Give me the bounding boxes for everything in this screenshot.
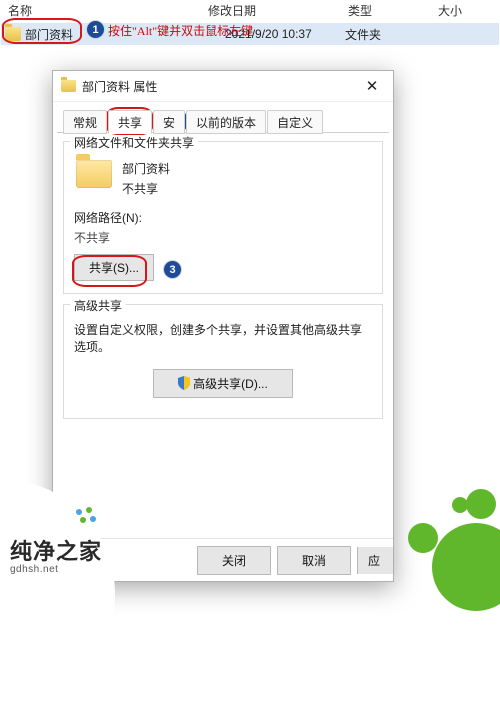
window-title: 部门资料 属性 — [82, 78, 351, 95]
properties-dialog: 部门资料 属性 ✕ 常规 共享 安 以前的版本 自定义 网络文件和文件夹共享 部… — [52, 70, 394, 582]
step-badge-1: 1 — [86, 20, 105, 39]
cancel-button[interactable]: 取消 — [277, 546, 351, 575]
tab-previous-versions[interactable]: 以前的版本 — [186, 110, 266, 134]
share-folder-name: 部门资料 — [122, 160, 170, 177]
apply-button[interactable]: 应 — [357, 547, 393, 574]
advanced-share-desc: 设置自定义权限，创建多个共享，并设置其他高级共享选项。 — [74, 321, 372, 355]
network-share-group-title: 网络文件和文件夹共享 — [70, 134, 198, 151]
tab-sharing[interactable]: 共享 — [108, 110, 152, 134]
file-type: 文件夹 — [345, 26, 425, 43]
folder-icon — [5, 27, 21, 41]
shield-icon — [178, 376, 190, 390]
step-hint-1: 按住"Alt"键并双击鼠标左键 — [108, 22, 253, 39]
tab-general[interactable]: 常规 — [63, 110, 107, 134]
tab-security[interactable]: 安 — [153, 110, 185, 134]
close-button[interactable]: 关闭 — [197, 546, 271, 575]
folder-icon-large — [76, 160, 112, 188]
column-size[interactable]: 大小 — [418, 2, 488, 19]
column-name[interactable]: 名称 — [4, 2, 58, 19]
advanced-share-button-label: 高级共享(D)... — [193, 377, 268, 391]
titlebar[interactable]: 部门资料 属性 ✕ — [53, 71, 393, 102]
dialog-body: 网络文件和文件夹共享 部门资料 不共享 网络路径(N): 不共享 共享(S)..… — [53, 133, 393, 538]
share-state: 不共享 — [122, 180, 170, 197]
tabs: 常规 共享 安 以前的版本 自定义 — [53, 110, 393, 133]
column-type[interactable]: 类型 — [348, 2, 418, 19]
network-share-group: 网络文件和文件夹共享 部门资料 不共享 网络路径(N): 不共享 共享(S)..… — [63, 141, 383, 294]
explorer-columns: 名称 修改日期 类型 大小 — [0, 0, 500, 21]
titlebar-folder-icon — [61, 80, 76, 92]
advanced-share-group: 高级共享 设置自定义权限，创建多个共享，并设置其他高级共享选项。 高级共享(D)… — [63, 304, 383, 419]
network-path-label: 网络路径(N): — [74, 209, 372, 226]
step-badge-3: 3 — [163, 260, 182, 279]
network-path-value: 不共享 — [74, 229, 372, 246]
close-icon[interactable]: ✕ — [351, 71, 393, 101]
share-button[interactable]: 共享(S)... — [74, 254, 154, 281]
dialog-footer: 关闭 取消 应 — [53, 538, 393, 581]
advanced-share-button[interactable]: 高级共享(D)... — [153, 369, 293, 398]
column-date[interactable]: 修改日期 — [58, 2, 348, 19]
advanced-share-title: 高级共享 — [70, 297, 126, 314]
tab-custom[interactable]: 自定义 — [267, 110, 323, 134]
folder-preview: 部门资料 不共享 — [74, 160, 372, 197]
